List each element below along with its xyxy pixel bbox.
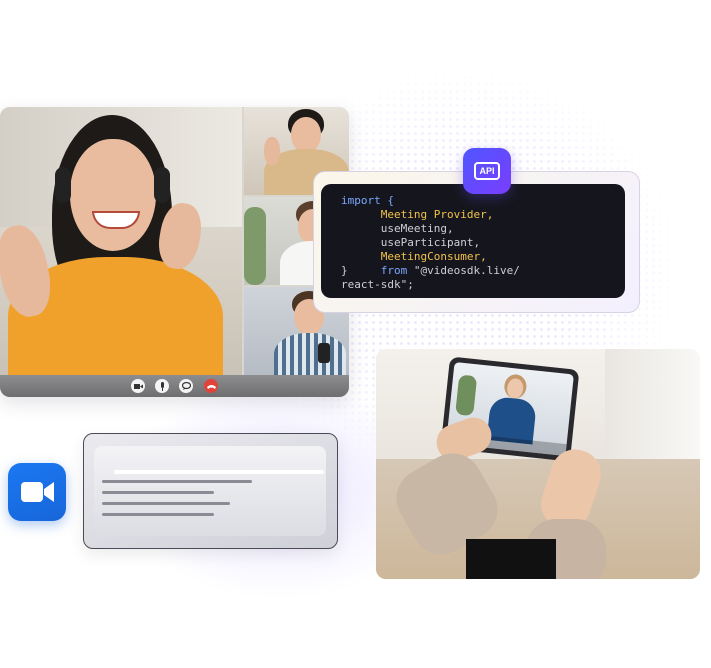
text-line	[102, 491, 214, 494]
chat-message-card	[83, 433, 338, 549]
end-call-icon	[206, 384, 216, 389]
microphone-icon	[160, 381, 164, 391]
face	[70, 139, 156, 251]
camera-toggle-button[interactable]	[131, 379, 145, 393]
code-line-use-meeting: useMeeting,	[380, 222, 454, 235]
phone	[318, 343, 330, 363]
chat-button[interactable]	[179, 379, 193, 393]
text-line	[102, 480, 252, 483]
code-snippet: import { Meeting Provider, useMeeting, u…	[321, 184, 625, 298]
plant	[244, 207, 266, 285]
chat-message-bubble	[94, 446, 326, 536]
zoom-camera-icon	[21, 482, 54, 502]
waving-hand	[264, 137, 280, 165]
code-line-from: from	[380, 264, 408, 277]
plaid-shirt	[274, 333, 346, 375]
zoom-logo	[8, 463, 66, 521]
code-line-meeting-consumer: MeetingConsumer,	[380, 250, 487, 263]
face	[291, 117, 321, 153]
code-line-meeting-provider: Meeting Provider,	[380, 208, 494, 221]
headphone-left	[55, 167, 71, 203]
end-call-button[interactable]	[204, 379, 218, 393]
text-line	[102, 502, 230, 505]
video-call-window	[0, 107, 349, 397]
text-line	[102, 513, 214, 516]
api-label: API	[479, 166, 495, 176]
tablet-video-call-photo	[376, 349, 700, 579]
camera-icon	[133, 383, 143, 389]
mic-toggle-button[interactable]	[155, 379, 169, 393]
dark-clothing	[466, 539, 556, 579]
headphone-right	[154, 167, 170, 203]
code-line-import: import {	[341, 194, 394, 207]
chat-icon	[181, 382, 191, 390]
api-badge: API	[463, 148, 511, 194]
api-icon: API	[474, 162, 500, 180]
code-line-package: "@videosdk.live/	[413, 264, 520, 277]
code-line-use-participant: useParticipant,	[380, 236, 481, 249]
call-controls-bar	[0, 375, 349, 397]
code-line-close-brace: }	[341, 264, 348, 277]
plant	[455, 374, 478, 417]
main-participant-video[interactable]	[0, 107, 242, 375]
text-line	[114, 470, 324, 474]
code-line-package-end: react-sdk";	[341, 278, 414, 291]
